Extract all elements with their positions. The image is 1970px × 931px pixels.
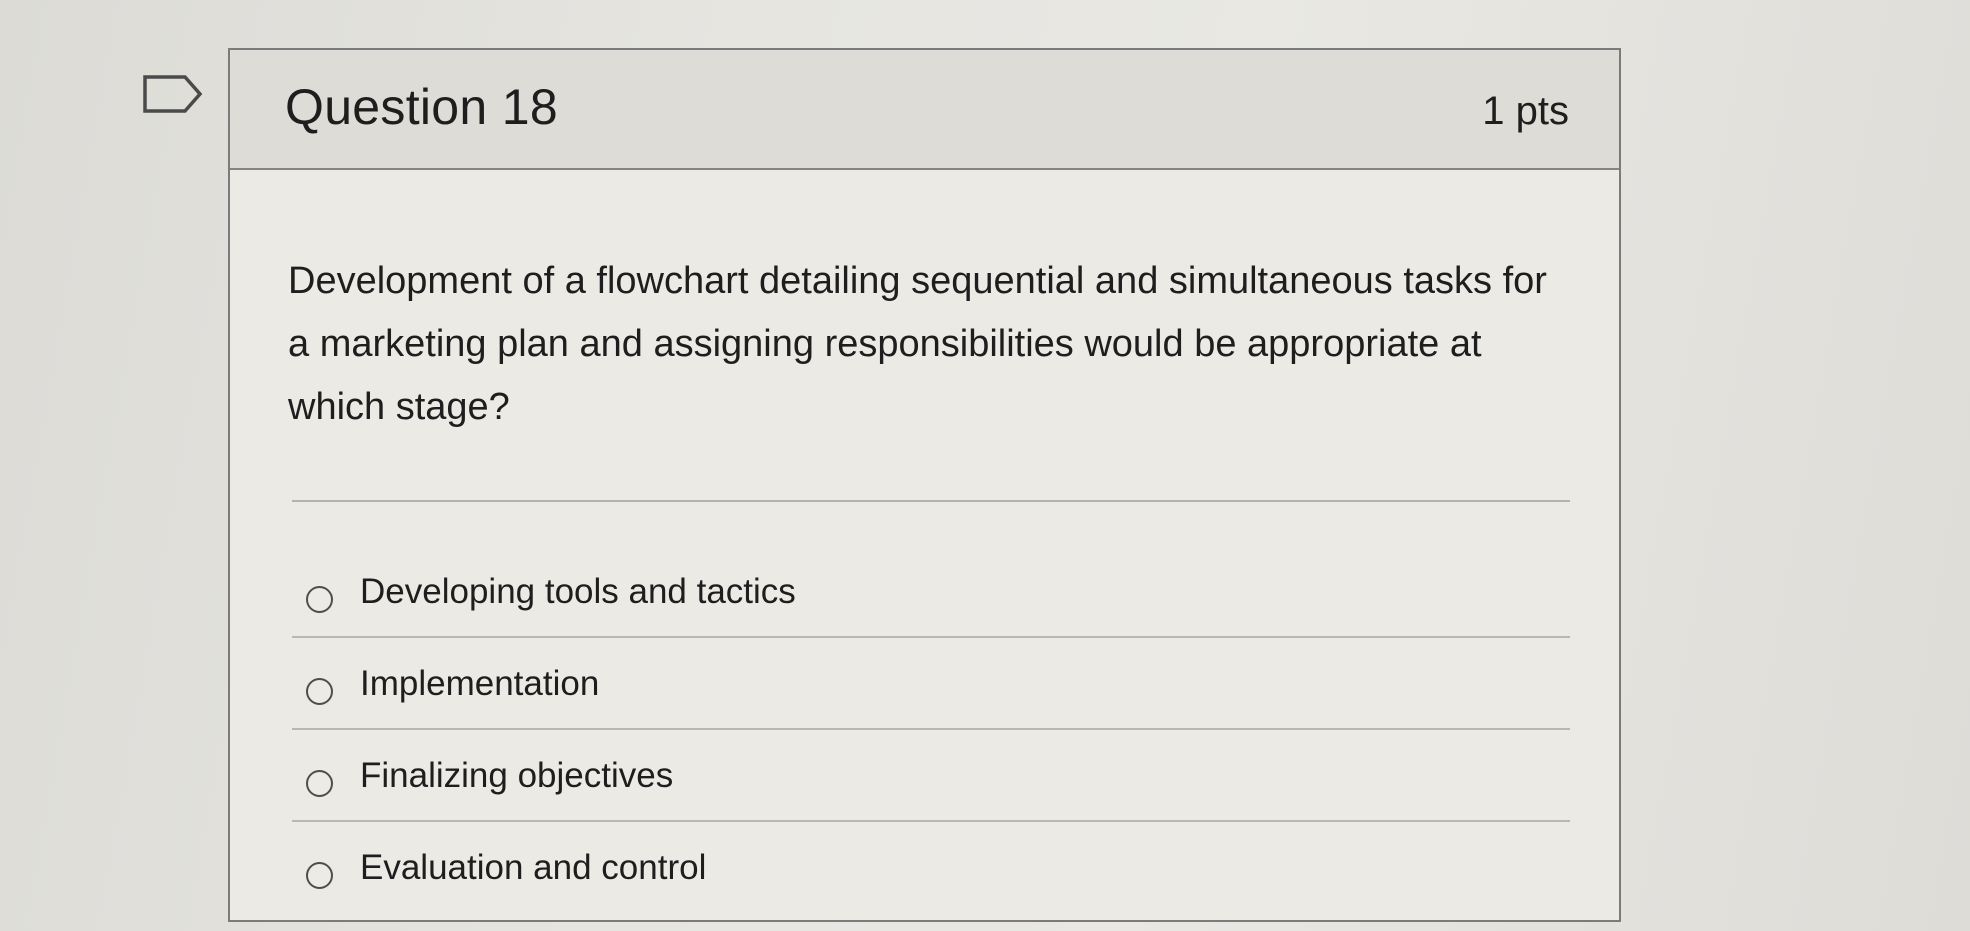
answer-option[interactable]: Implementation — [292, 648, 1570, 740]
question-points: 1 pts — [1482, 89, 1569, 133]
answer-list: Developing tools and tactics Implementat… — [292, 556, 1570, 924]
answer-divider — [292, 728, 1570, 730]
question-card: Question 18 1 pts Development of a flowc… — [228, 48, 1621, 922]
answer-divider — [292, 636, 1570, 638]
radio-button[interactable] — [306, 862, 333, 889]
question-header: Question 18 1 pts — [230, 50, 1619, 170]
question-text: Development of a flowchart detailing seq… — [288, 260, 1547, 428]
flag-question-icon[interactable] — [142, 74, 204, 114]
answer-label[interactable]: Developing tools and tactics — [360, 572, 796, 612]
radio-button[interactable] — [306, 678, 333, 705]
question-divider — [292, 500, 1570, 502]
answer-label[interactable]: Evaluation and control — [360, 848, 706, 888]
answer-option[interactable]: Evaluation and control — [292, 832, 1570, 924]
answer-option[interactable]: Finalizing objectives — [292, 740, 1570, 832]
answer-divider — [292, 820, 1570, 822]
answer-option[interactable]: Developing tools and tactics — [292, 556, 1570, 648]
question-title: Question 18 — [285, 79, 558, 135]
answer-label[interactable]: Implementation — [360, 664, 599, 704]
answer-label[interactable]: Finalizing objectives — [360, 756, 673, 796]
radio-button[interactable] — [306, 586, 333, 613]
radio-button[interactable] — [306, 770, 333, 797]
